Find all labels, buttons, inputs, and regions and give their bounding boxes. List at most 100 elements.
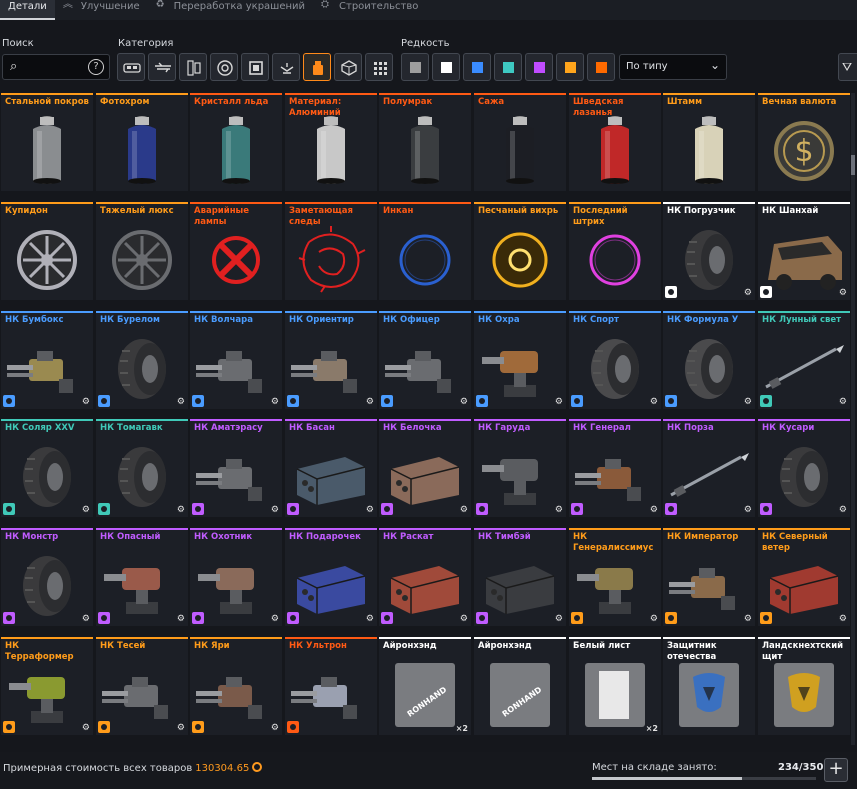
- item-card[interactable]: НК Лунный свет ⚙: [758, 311, 850, 409]
- item-card[interactable]: НК Северный ветер ⚙: [758, 528, 850, 626]
- rarity-badge-icon: [287, 721, 299, 733]
- rarity-badge-icon: [476, 395, 488, 407]
- item-card[interactable]: Песчаный вихрь: [474, 202, 566, 300]
- rarity-button-2[interactable]: [463, 53, 491, 81]
- item-card[interactable]: НК Терраформер ⚙: [1, 637, 93, 735]
- item-name: НК Шанхай: [762, 206, 819, 216]
- item-card[interactable]: НК Волчара ⚙: [190, 311, 282, 409]
- item-card[interactable]: Заметающая следы: [285, 202, 377, 300]
- item-card[interactable]: НК Опасный ⚙: [96, 528, 188, 626]
- item-name: НК Тимбэй: [478, 532, 531, 542]
- upgrade-gear-icon: ⚙: [459, 397, 468, 407]
- item-card[interactable]: НК Белочка ⚙: [379, 419, 471, 517]
- category-button-wheel[interactable]: [210, 53, 238, 81]
- item-card[interactable]: Полумрак: [379, 93, 471, 191]
- rarity-button-1[interactable]: [432, 53, 460, 81]
- item-name: НК Бумбокс: [5, 315, 64, 325]
- item-card[interactable]: Айронхэнд RONHAND ×2: [379, 637, 471, 735]
- item-card[interactable]: Последний штрих: [569, 202, 661, 300]
- item-card[interactable]: НК Томагавк ⚙: [96, 419, 188, 517]
- category-button-paint[interactable]: [303, 53, 331, 81]
- item-card[interactable]: НК Погрузчик ⚙: [663, 202, 755, 300]
- upgrade-gear-icon: ⚙: [270, 723, 279, 733]
- item-card[interactable]: НК Бурелом ⚙: [96, 311, 188, 409]
- item-card[interactable]: Аварийные лампы: [190, 202, 282, 300]
- item-card[interactable]: НК Подарочек ⚙: [285, 528, 377, 626]
- tab-0[interactable]: Детали: [0, 0, 55, 20]
- item-card[interactable]: НК Охотник ⚙: [190, 528, 282, 626]
- item-card[interactable]: Фотохром: [96, 93, 188, 191]
- category-button-frame[interactable]: [241, 53, 269, 81]
- rarity-button-3[interactable]: [494, 53, 522, 81]
- item-card[interactable]: НК Генерал ⚙: [569, 419, 661, 517]
- upgrade-gear-icon: ⚙: [81, 397, 90, 407]
- item-card[interactable]: НК Гаруда ⚙: [474, 419, 566, 517]
- item-quantity: ×2: [455, 724, 468, 733]
- tab-2[interactable]: ♻ Переработка украшений: [148, 0, 313, 20]
- rarity-button-5[interactable]: [556, 53, 584, 81]
- item-card[interactable]: НК Император ⚙: [663, 528, 755, 626]
- item-card[interactable]: НК Порза ⚙: [663, 419, 755, 517]
- item-card[interactable]: НК Тимбэй ⚙: [474, 528, 566, 626]
- item-card[interactable]: НК Раскат ⚙: [379, 528, 471, 626]
- scrollbar[interactable]: [851, 93, 855, 745]
- item-card[interactable]: НК Ультрон: [285, 637, 377, 735]
- scrollbar-thumb[interactable]: [851, 155, 855, 175]
- category-button-weapon[interactable]: [148, 53, 176, 81]
- item-card[interactable]: Материал: Алюминий: [285, 93, 377, 191]
- item-name: Полумрак: [383, 97, 433, 107]
- item-card[interactable]: Кристалл льда: [190, 93, 282, 191]
- item-card[interactable]: Вечная валюта $: [758, 93, 850, 191]
- item-card[interactable]: НК Офицер ⚙: [379, 311, 471, 409]
- rarity-button-0[interactable]: [401, 53, 429, 81]
- item-card[interactable]: НК Кусари ⚙: [758, 419, 850, 517]
- item-card[interactable]: Инкан: [379, 202, 471, 300]
- search-input[interactable]: ⌕ ?: [2, 54, 110, 80]
- help-icon[interactable]: ?: [88, 59, 104, 75]
- item-card[interactable]: Тяжелый люкс: [96, 202, 188, 300]
- item-name: НК Басан: [289, 423, 335, 433]
- category-button-drone[interactable]: [272, 53, 300, 81]
- rarity-swatch: [565, 62, 576, 73]
- item-card[interactable]: Защитник отечества: [663, 637, 755, 735]
- tab-3[interactable]: ⛭ Строительство: [313, 0, 426, 20]
- item-card[interactable]: НК Соляр XXV ⚙: [1, 419, 93, 517]
- item-image: [379, 113, 471, 189]
- item-card[interactable]: Айронхэнд RONHAND: [474, 637, 566, 735]
- item-card[interactable]: Шведская лазанья: [569, 93, 661, 191]
- category-button-cabin[interactable]: [117, 53, 145, 81]
- item-name: НК Генерал: [573, 423, 631, 433]
- item-card[interactable]: НК Монстр ⚙: [1, 528, 93, 626]
- item-card[interactable]: НК Охра ⚙: [474, 311, 566, 409]
- item-card[interactable]: НК Ориентир ⚙: [285, 311, 377, 409]
- filter-icon[interactable]: ⛛: [838, 53, 857, 81]
- category-button-grid[interactable]: [365, 53, 393, 81]
- category-button-cube[interactable]: [334, 53, 362, 81]
- expand-storage-button[interactable]: +: [824, 758, 848, 782]
- item-card[interactable]: НК Спорт ⚙: [569, 311, 661, 409]
- item-card[interactable]: НК Тесей ⚙: [96, 637, 188, 735]
- rarity-button-6[interactable]: [587, 53, 615, 81]
- upgrade-gear-icon: ⚙: [649, 397, 658, 407]
- item-card[interactable]: Стальной покров: [1, 93, 93, 191]
- item-card[interactable]: НК Яри ⚙: [190, 637, 282, 735]
- item-name: НК Кусари: [762, 423, 815, 433]
- item-card[interactable]: НК Басан ⚙: [285, 419, 377, 517]
- item-card[interactable]: НК Формула У ⚙: [663, 311, 755, 409]
- rarity-badge-icon: [287, 395, 299, 407]
- rarity-badge-icon: [571, 503, 583, 515]
- item-card[interactable]: НК Генералиссимус ⚙: [569, 528, 661, 626]
- item-name: НК Офицер: [383, 315, 440, 325]
- item-card[interactable]: Сажа: [474, 93, 566, 191]
- item-card[interactable]: Ландскнехтский щит: [758, 637, 850, 735]
- item-card[interactable]: НК Бумбокс ⚙: [1, 311, 93, 409]
- tab-1[interactable]: ︽ Улучшение: [55, 0, 148, 20]
- category-button-module[interactable]: [179, 53, 207, 81]
- item-card[interactable]: Штамм: [663, 93, 755, 191]
- item-card[interactable]: Белый лист ×2: [569, 637, 661, 735]
- item-card[interactable]: НК Шанхай ⚙: [758, 202, 850, 300]
- rarity-button-4[interactable]: [525, 53, 553, 81]
- sort-dropdown[interactable]: По типу ⌄: [619, 54, 727, 80]
- item-card[interactable]: НК Аматэрасу ⚙: [190, 419, 282, 517]
- item-card[interactable]: Купидон: [1, 202, 93, 300]
